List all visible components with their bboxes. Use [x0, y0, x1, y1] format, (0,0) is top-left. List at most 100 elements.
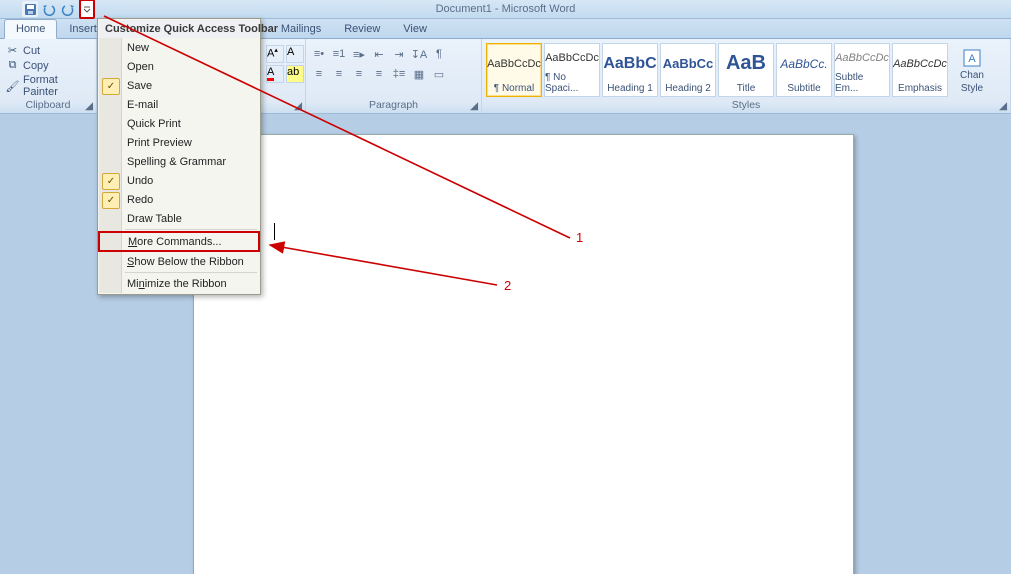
qat-menu-more-commands[interactable]: More Commands... [98, 231, 260, 252]
qat-menu-item-label: New [127, 42, 149, 54]
qat-menu-item-label: Open [127, 61, 154, 73]
window-title: Document1 - Microsoft Word [0, 3, 1011, 15]
title-bar: Document1 - Microsoft Word [0, 0, 1011, 19]
qat-menu-item-draw-table[interactable]: Draw Table [99, 209, 259, 228]
qat-menu-item-label: Quick Print [127, 118, 181, 130]
format-painter-label: Format Painter [23, 74, 90, 98]
style-label: Heading 2 [665, 83, 711, 94]
borders-icon[interactable]: ▭ [430, 65, 448, 83]
style-sample: AaBbCcDc [545, 44, 599, 72]
styles-launcher-icon[interactable]: ◢ [998, 101, 1008, 111]
style-sample: AaBbCcDc [835, 44, 889, 72]
customize-qat-dropdown-button[interactable] [79, 0, 95, 19]
copy-button[interactable]: ⧉ Copy [6, 59, 90, 72]
qat-menu-item-label: Spelling & Grammar [127, 156, 226, 168]
change-styles-label2: Style [961, 83, 983, 94]
style-label: Emphasis [898, 83, 942, 94]
change-styles-icon: A [962, 48, 982, 68]
style-label: ¶ Normal [494, 83, 534, 94]
clear-formatting-icon[interactable]: A [286, 45, 304, 63]
qat-menu-minimize-ribbon[interactable]: Minimize the Ribbon [99, 274, 259, 293]
style-label: Subtitle [787, 83, 820, 94]
qat-menu-item-redo[interactable]: ✓ Redo [99, 190, 259, 209]
decrease-indent-icon[interactable]: ⇤ [370, 45, 388, 63]
undo-icon[interactable] [41, 1, 57, 17]
change-styles-button[interactable]: A Chan Style [954, 41, 990, 97]
qat-menu-item-print-preview[interactable]: Print Preview [99, 133, 259, 152]
change-styles-label1: Chan [960, 70, 984, 81]
qat-menu-item-quick-print[interactable]: Quick Print [99, 114, 259, 133]
align-center-icon[interactable]: ≡ [330, 65, 348, 83]
style-tile-emphasis[interactable]: AaBbCcDcEmphasis [892, 43, 948, 97]
font-color-icon[interactable]: A [266, 65, 284, 83]
sort-icon[interactable]: ↧A [410, 45, 428, 63]
style-sample: AaBbCc. [780, 44, 827, 83]
style-tile-subtle-em-[interactable]: AaBbCcDcSubtle Em... [834, 43, 890, 97]
highlight-icon[interactable]: ab [286, 65, 304, 83]
tab-view[interactable]: View [392, 20, 438, 38]
style-tile--normal[interactable]: AaBbCcDc¶ Normal [486, 43, 542, 97]
qat-menu-item-open[interactable]: Open [99, 57, 259, 76]
annotation-label-1: 1 [576, 230, 583, 245]
grow-font-icon[interactable]: A▴ [266, 45, 284, 63]
qat-menu-item-label: Redo [127, 194, 153, 206]
style-label: Heading 1 [607, 83, 653, 94]
clipboard-launcher-icon[interactable]: ◢ [84, 101, 94, 111]
style-tile-subtitle[interactable]: AaBbCc.Subtitle [776, 43, 832, 97]
style-sample: AaBbC [603, 44, 656, 83]
style-sample: AaBbCc [663, 44, 714, 83]
tab-home[interactable]: Home [4, 19, 57, 39]
qat-menu-item-new[interactable]: New [99, 38, 259, 57]
qat-menu-title: Customize Quick Access Toolbar [99, 20, 259, 38]
redo-icon[interactable] [60, 1, 76, 17]
style-sample: AaB [726, 44, 766, 83]
qat-menu-item-label: Undo [127, 175, 153, 187]
cut-label: Cut [23, 45, 40, 57]
qat-menu-item-label: Minimize the Ribbon [127, 278, 227, 290]
check-icon: ✓ [102, 192, 120, 209]
show-marks-icon[interactable]: ¶ [430, 45, 448, 63]
qat-menu-item-label: Print Preview [127, 137, 192, 149]
check-icon: ✓ [102, 78, 120, 95]
increase-indent-icon[interactable]: ⇥ [390, 45, 408, 63]
shading-icon[interactable]: ▦ [410, 65, 428, 83]
qat-menu-item-label: Show Below the Ribbon [127, 256, 244, 268]
align-left-icon[interactable]: ≡ [310, 65, 328, 83]
qat-menu-item-e-mail[interactable]: E-mail [99, 95, 259, 114]
save-icon[interactable] [22, 1, 38, 17]
qat-menu-show-below[interactable]: Show Below the Ribbon [99, 252, 259, 271]
copy-label: Copy [23, 60, 49, 72]
format-painter-button[interactable]: 🖌 Format Painter [6, 74, 90, 98]
copy-icon: ⧉ [6, 59, 19, 72]
font-launcher-icon[interactable]: ◢ [293, 101, 303, 111]
bullets-icon[interactable]: ≡• [310, 45, 328, 63]
style-label: Title [737, 83, 756, 94]
group-clipboard: ✂ Cut ⧉ Copy 🖌 Format Painter Clipboard … [0, 39, 97, 113]
group-styles: AaBbCcDc¶ NormalAaBbCcDc¶ No Spaci...AaB… [482, 39, 1011, 113]
tab-mailings[interactable]: Mailings [270, 20, 332, 38]
line-spacing-icon[interactable]: ‡≡ [390, 65, 408, 83]
style-label: ¶ No Spaci... [545, 72, 599, 94]
cut-button[interactable]: ✂ Cut [6, 44, 90, 57]
group-paragraph: ≡• ≡1 ≡▸ ⇤ ⇥ ↧A ¶ ≡ ≡ ≡ ≡ ‡≡ ▦ ▭ Paragra… [306, 39, 482, 113]
qat-menu-item-label: E-mail [127, 99, 158, 111]
group-styles-title: Styles ◢ [486, 99, 1006, 112]
document-page[interactable] [193, 134, 854, 574]
numbering-icon[interactable]: ≡1 [330, 45, 348, 63]
qat-menu-item-undo[interactable]: ✓Undo [99, 171, 259, 190]
style-tile-title[interactable]: AaBTitle [718, 43, 774, 97]
style-tile-heading-2[interactable]: AaBbCcHeading 2 [660, 43, 716, 97]
paragraph-launcher-icon[interactable]: ◢ [469, 101, 479, 111]
style-tile-heading-1[interactable]: AaBbCHeading 1 [602, 43, 658, 97]
style-sample: AaBbCcDc [487, 44, 541, 83]
justify-icon[interactable]: ≡ [370, 65, 388, 83]
style-tile--no-spaci-[interactable]: AaBbCcDc¶ No Spaci... [544, 43, 600, 97]
qat-menu-item-spelling-grammar[interactable]: Spelling & Grammar [99, 152, 259, 171]
qat-menu-item-save[interactable]: ✓Save [99, 76, 259, 95]
align-right-icon[interactable]: ≡ [350, 65, 368, 83]
quick-access-toolbar [0, 0, 95, 19]
tab-review[interactable]: Review [333, 20, 391, 38]
group-clipboard-title: Clipboard ◢ [4, 99, 92, 112]
styles-gallery[interactable]: AaBbCcDc¶ NormalAaBbCcDc¶ No Spaci...AaB… [486, 41, 948, 97]
multilevel-icon[interactable]: ≡▸ [350, 45, 368, 63]
